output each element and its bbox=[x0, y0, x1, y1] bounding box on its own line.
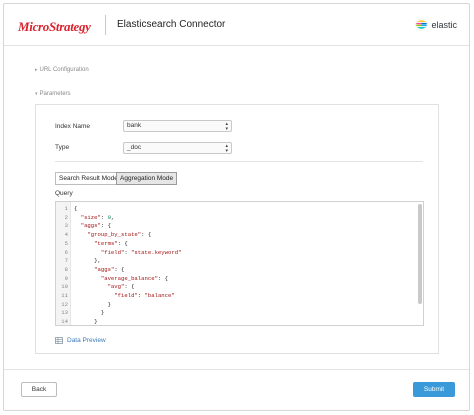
code-line: 7 }, bbox=[56, 257, 423, 266]
caret-right-icon: ▸ bbox=[35, 67, 38, 73]
submit-button[interactable]: Submit bbox=[413, 382, 455, 397]
code-text: "aggs": { bbox=[80, 222, 111, 230]
code-text: }, bbox=[74, 257, 101, 265]
code-line: 10 "avg": { bbox=[56, 283, 423, 292]
code-text: } bbox=[74, 318, 98, 326]
code-text: } bbox=[74, 309, 105, 317]
code-line: 14 } bbox=[56, 318, 423, 326]
parameters-label: Parameters bbox=[39, 91, 71, 97]
parameters-panel: Index Name bank ▴ ▾ Type _doc ▴ ▾ Search R… bbox=[35, 104, 439, 354]
code-line: 8 "aggs": { bbox=[56, 266, 423, 275]
header-bar: MicroStrategy Elasticsearch Connector el… bbox=[4, 4, 469, 46]
code-line: 6 "field": "state.keyword" bbox=[56, 249, 423, 258]
code-text: { bbox=[74, 205, 78, 212]
query-editor[interactable]: 1{2 "size": 0, 3 "aggs": {4 "group_by_sta… bbox=[55, 201, 424, 326]
line-number: 14 bbox=[61, 318, 68, 326]
code-text: "size": 0, bbox=[80, 213, 115, 221]
url-configuration-toggle[interactable]: ▸ URL Configuration bbox=[35, 67, 89, 73]
code-line: 9 "average_balance": { bbox=[56, 275, 423, 284]
code-line: 2 "size": 0, bbox=[56, 214, 423, 223]
index-name-select[interactable]: bank ▴ ▾ bbox=[123, 120, 232, 132]
connector-window: MicroStrategy Elasticsearch Connector el… bbox=[3, 3, 470, 411]
index-name-label: Index Name bbox=[55, 123, 91, 130]
line-number: 11 bbox=[61, 292, 68, 299]
elastic-icon bbox=[415, 18, 429, 31]
code-text: "aggs": { bbox=[94, 265, 125, 273]
code-text: "group_by_state": { bbox=[87, 231, 152, 239]
line-number: 9 bbox=[64, 274, 68, 282]
footer-divider bbox=[4, 369, 469, 370]
microstrategy-logo: MicroStrategy bbox=[18, 19, 91, 34]
elastic-logo: elastic bbox=[415, 18, 457, 31]
type-label: Type bbox=[55, 144, 70, 151]
form-divider bbox=[55, 161, 423, 162]
header-divider bbox=[105, 15, 106, 35]
line-number: 5 bbox=[64, 239, 68, 247]
query-label: Query bbox=[55, 190, 73, 197]
code-line: 4 "group_by_state": { bbox=[56, 231, 423, 240]
line-number: 4 bbox=[64, 231, 68, 239]
code-line: 5 "terms": { bbox=[56, 240, 423, 249]
elastic-wordmark: elastic bbox=[431, 19, 457, 30]
line-number: 6 bbox=[64, 248, 68, 256]
data-preview-label: Data Preview bbox=[67, 337, 106, 344]
table-icon bbox=[55, 337, 63, 344]
type-select[interactable]: _doc ▴ ▾ bbox=[123, 142, 232, 154]
type-value: _doc bbox=[127, 144, 142, 151]
code-line: 11 "field": "balance" bbox=[56, 292, 423, 301]
line-number: 1 bbox=[64, 205, 68, 212]
parameters-toggle[interactable]: ▾ Parameters bbox=[35, 91, 71, 97]
line-number: 8 bbox=[64, 265, 68, 273]
url-configuration-label: URL Configuration bbox=[39, 67, 89, 73]
index-name-value: bank bbox=[127, 122, 142, 129]
line-number: 3 bbox=[64, 222, 68, 230]
line-number: 2 bbox=[64, 213, 68, 221]
code-line: 12 } bbox=[56, 301, 423, 310]
line-number: 12 bbox=[61, 300, 68, 308]
caret-down-icon: ▾ bbox=[35, 91, 38, 97]
back-button[interactable]: Back bbox=[21, 382, 57, 397]
code-text: "field": "balance" bbox=[114, 292, 175, 299]
line-number: 7 bbox=[64, 257, 68, 265]
line-number: 10 bbox=[61, 283, 68, 291]
code-text: "average_balance": { bbox=[100, 274, 169, 282]
select-arrows-icon: ▴ ▾ bbox=[225, 121, 228, 132]
code-line: 13 } bbox=[56, 309, 423, 318]
search-result-mode-button[interactable]: Search Result Mode bbox=[55, 172, 122, 185]
code-text: "terms": { bbox=[94, 239, 128, 247]
code-text: "field": "state.keyword" bbox=[100, 248, 182, 256]
line-number: 13 bbox=[61, 309, 68, 317]
page-title: Elasticsearch Connector bbox=[117, 19, 226, 30]
code-text: } bbox=[74, 300, 111, 308]
code-text: "avg": { bbox=[107, 283, 135, 291]
code-line: 3 "aggs": { bbox=[56, 222, 423, 231]
select-arrows-icon: ▴ ▾ bbox=[225, 143, 228, 154]
data-preview-link[interactable]: Data Preview bbox=[55, 337, 106, 344]
code-line: 1{ bbox=[56, 205, 423, 214]
aggregation-mode-button[interactable]: Aggregation Mode bbox=[116, 172, 178, 185]
